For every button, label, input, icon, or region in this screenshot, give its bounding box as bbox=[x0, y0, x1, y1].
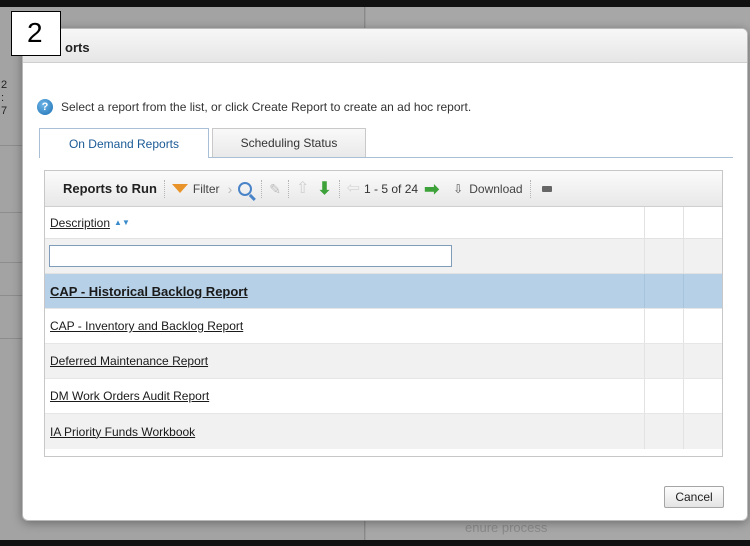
report-link[interactable]: CAP - Historical Backlog Report bbox=[50, 284, 248, 299]
pager-status: 1 - 5 of 24 bbox=[364, 181, 419, 196]
row-extra-cell bbox=[645, 414, 684, 449]
step-number-badge: 2 bbox=[11, 11, 61, 56]
description-column-header[interactable]: Description ▲▼ bbox=[45, 207, 645, 238]
background-divider bbox=[0, 212, 22, 213]
screen-border-bottom bbox=[0, 540, 750, 546]
row-extra-cell bbox=[645, 309, 684, 343]
row-description-cell: CAP - Historical Backlog Report bbox=[45, 274, 645, 308]
tab-scheduling-status[interactable]: Scheduling Status bbox=[212, 128, 366, 157]
row-description-cell: IA Priority Funds Workbook bbox=[45, 414, 645, 449]
toolbar-separator bbox=[163, 179, 165, 198]
row-extra-cell bbox=[684, 414, 722, 449]
sort-icon[interactable]: ▲▼ bbox=[114, 218, 130, 227]
description-filter-input[interactable] bbox=[49, 245, 452, 267]
row-extra-cell bbox=[684, 379, 722, 413]
filter-row bbox=[45, 239, 722, 274]
grid-toolbar: Reports to Run Filter › ✎ ⇧ ⬇ ⇦ 1 - 5 of… bbox=[45, 171, 722, 207]
dialog-header: orts bbox=[23, 29, 747, 63]
background-divider bbox=[0, 338, 22, 339]
filter-icon bbox=[171, 184, 188, 193]
grid-title: Reports to Run bbox=[63, 181, 157, 196]
column-header-extra bbox=[645, 207, 684, 238]
reports-dialog: orts ? Select a report from the list, or… bbox=[22, 28, 748, 521]
row-extra-cell bbox=[645, 379, 684, 413]
column-header-extra bbox=[684, 207, 722, 238]
filter-cell-extra bbox=[684, 239, 722, 273]
next-page-icon[interactable]: ➡ bbox=[424, 180, 439, 198]
filter-cell-extra bbox=[645, 239, 684, 273]
collapse-icon[interactable] bbox=[541, 185, 552, 192]
toolbar-separator bbox=[338, 179, 340, 198]
toolbar-separator bbox=[261, 179, 263, 198]
filter-label: Filter bbox=[192, 181, 220, 196]
table-row[interactable]: CAP - Historical Backlog Report bbox=[45, 274, 722, 309]
background-left-text: 2 : 7 bbox=[1, 79, 11, 118]
table-row[interactable]: IA Priority Funds Workbook bbox=[45, 414, 722, 449]
background-divider bbox=[0, 145, 22, 146]
background-char: 7 bbox=[1, 105, 8, 117]
info-text: Select a report from the list, or click … bbox=[61, 100, 472, 114]
report-link[interactable]: DM Work Orders Audit Report bbox=[50, 389, 209, 403]
reports-grid: Reports to Run Filter › ✎ ⇧ ⬇ ⇦ 1 - 5 of… bbox=[44, 170, 723, 457]
move-up-arrow-icon[interactable]: ⇧ bbox=[296, 180, 309, 196]
edit-pencil-icon[interactable]: ✎ bbox=[269, 182, 281, 196]
report-link[interactable]: CAP - Inventory and Backlog Report bbox=[50, 319, 243, 333]
background-char: : bbox=[1, 92, 5, 104]
help-icon[interactable]: ? bbox=[37, 99, 53, 115]
filter-button[interactable]: Filter bbox=[171, 181, 220, 196]
tab-on-demand-reports[interactable]: On Demand Reports bbox=[39, 128, 209, 158]
dialog-title: orts bbox=[65, 40, 90, 55]
row-extra-cell bbox=[684, 274, 722, 308]
row-extra-cell bbox=[684, 309, 722, 343]
background-divider bbox=[0, 262, 22, 263]
report-link[interactable]: Deferred Maintenance Report bbox=[50, 354, 208, 368]
filter-cell bbox=[45, 239, 645, 273]
report-link[interactable]: IA Priority Funds Workbook bbox=[50, 425, 195, 439]
table-row[interactable]: DM Work Orders Audit Report bbox=[45, 379, 722, 414]
chevron-right-icon: › bbox=[227, 180, 233, 197]
search-icon[interactable] bbox=[238, 181, 253, 196]
info-message: ? Select a report from the list, or clic… bbox=[37, 99, 471, 115]
row-description-cell: CAP - Inventory and Backlog Report bbox=[45, 309, 645, 343]
download-icon: ⇩ bbox=[453, 181, 464, 196]
row-description-cell: DM Work Orders Audit Report bbox=[45, 379, 645, 413]
description-header-label[interactable]: Description bbox=[50, 216, 110, 230]
row-description-cell: Deferred Maintenance Report bbox=[45, 344, 645, 378]
background-char: 2 bbox=[1, 79, 8, 91]
report-tabs: On Demand Reports Scheduling Status bbox=[39, 128, 369, 158]
screen-border-top bbox=[0, 0, 750, 7]
row-extra-cell bbox=[645, 344, 684, 378]
table-row[interactable]: CAP - Inventory and Backlog Report bbox=[45, 309, 722, 344]
download-label: Download bbox=[469, 181, 523, 196]
download-button[interactable]: ⇩ Download bbox=[453, 182, 522, 196]
toolbar-separator bbox=[287, 179, 289, 198]
table-row[interactable]: Deferred Maintenance Report bbox=[45, 344, 722, 379]
move-down-arrow-icon[interactable]: ⬇ bbox=[317, 180, 331, 197]
toolbar-separator bbox=[529, 179, 531, 198]
column-header-row: Description ▲▼ bbox=[45, 207, 722, 239]
row-extra-cell bbox=[684, 344, 722, 378]
previous-page-icon[interactable]: ⇦ bbox=[347, 180, 360, 196]
background-divider bbox=[0, 295, 22, 296]
background-footer-text: enure process bbox=[465, 520, 548, 535]
cancel-button[interactable]: Cancel bbox=[664, 486, 724, 508]
row-extra-cell bbox=[645, 274, 684, 308]
